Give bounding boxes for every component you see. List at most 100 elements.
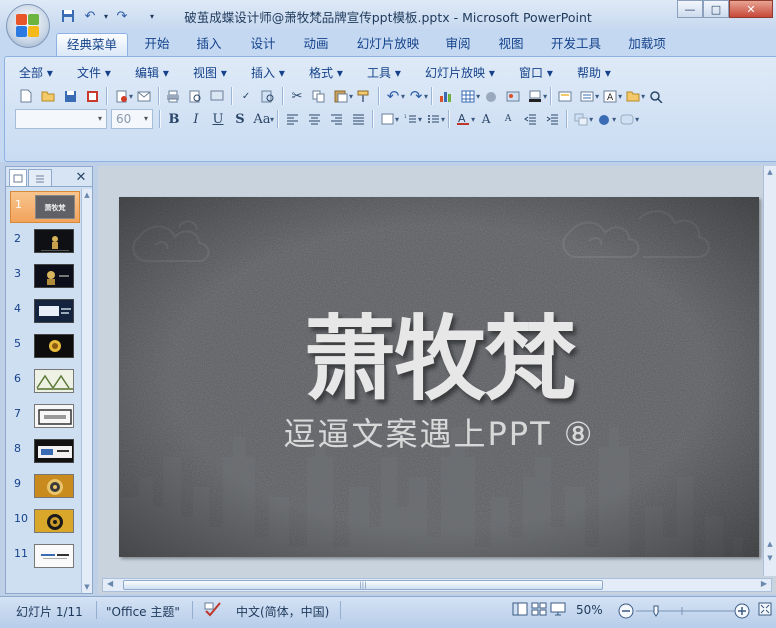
align-center-icon[interactable] [303, 109, 325, 129]
menu-all[interactable]: 全部 ▾ [19, 63, 53, 83]
slide-thumb-9[interactable]: 9 [10, 471, 80, 503]
language-indicator[interactable]: 中文(简体，中国) [236, 603, 329, 620]
thumbnail-scrollbar[interactable]: ▲ ▼ [81, 189, 92, 593]
chevron-down-icon[interactable]: ▾ [140, 110, 152, 128]
menu-tools[interactable]: 工具 ▾ [367, 63, 401, 83]
menu-view[interactable]: 视图 ▾ [193, 63, 227, 83]
slide-thumb-2[interactable]: 2 [10, 226, 80, 258]
insert-picture-icon[interactable] [502, 86, 524, 106]
font-name-combo[interactable]: ▾ [15, 109, 107, 129]
scroll-right-icon[interactable]: ▶ [761, 579, 767, 588]
shape-fill-icon[interactable] [616, 109, 638, 129]
theme-name[interactable]: "Office 主题" [106, 603, 180, 620]
vertical-scrollbar[interactable]: ▲ ▲ ▼ [763, 166, 776, 576]
tab-home[interactable]: 开始 [134, 33, 180, 56]
screen-icon[interactable] [206, 86, 228, 106]
slide-thumb-1[interactable]: 1 萧牧梵 [10, 191, 80, 223]
zoom-slider[interactable] [618, 602, 752, 620]
maximize-button[interactable]: □ [703, 0, 729, 18]
chevron-down-icon[interactable]: ▾ [94, 110, 106, 128]
tab-view[interactable]: 视图 [488, 33, 534, 56]
research-icon[interactable] [257, 86, 279, 106]
tab-developer[interactable]: 开发工具 [542, 33, 610, 56]
menu-slide-show[interactable]: 幻灯片放映 ▾ [425, 63, 495, 83]
slide-show-icon[interactable] [550, 602, 566, 619]
horizontal-scrollbar[interactable]: ◀ ||| ▶ [102, 578, 772, 592]
open-folder-icon[interactable] [37, 86, 59, 106]
tab-design[interactable]: 设计 [240, 33, 286, 56]
fit-to-window-icon[interactable] [758, 601, 772, 620]
save-as-pdf-icon[interactable] [81, 86, 103, 106]
slide-title[interactable]: 萧牧梵 [119, 285, 759, 418]
align-left-icon[interactable] [281, 109, 303, 129]
font-size-combo[interactable]: 60 ▾ [111, 109, 153, 129]
italic-button[interactable]: I [185, 109, 207, 129]
new-slide-icon[interactable] [554, 86, 576, 106]
tab-insert[interactable]: 插入 [186, 33, 232, 56]
chevron-down-icon[interactable]: ▾ [424, 92, 428, 101]
tab-add-ins[interactable]: 加载项 [620, 33, 674, 56]
chevron-down-icon[interactable]: ▾ [270, 115, 274, 124]
slide-canvas[interactable]: 萧牧梵 逗逼文案遇上PPT ⑧ [119, 197, 759, 557]
slide-thumb-5[interactable]: 5 [10, 331, 80, 363]
scroll-up-icon[interactable]: ▲ [764, 168, 776, 176]
menu-format[interactable]: 格式 ▾ [309, 63, 343, 83]
slide-thumb-6[interactable]: 6 [10, 366, 80, 398]
align-right-icon[interactable] [325, 109, 347, 129]
cut-icon[interactable]: ✂ [286, 86, 308, 106]
spell-check-icon[interactable] [204, 601, 222, 620]
scroll-down-icon[interactable]: ▼ [82, 583, 92, 591]
minimize-button[interactable]: — [677, 0, 703, 18]
menu-file[interactable]: 文件 ▾ [77, 63, 111, 83]
grow-font-button[interactable]: A [475, 109, 497, 129]
scroll-up-icon[interactable]: ▲ [82, 191, 92, 199]
spelling-icon[interactable]: ✓ [235, 86, 257, 106]
slide-thumb-10[interactable]: 10 [10, 506, 80, 538]
tab-slides[interactable] [9, 169, 27, 186]
tab-outline[interactable] [28, 169, 52, 186]
underline-button[interactable]: U [207, 109, 229, 129]
tab-animations[interactable]: 动画 [293, 33, 339, 56]
menu-window[interactable]: 窗口 ▾ [519, 63, 553, 83]
copy-icon[interactable] [308, 86, 330, 106]
slide-thumb-4[interactable]: 4 [10, 296, 80, 328]
menu-help[interactable]: 帮助 ▾ [577, 63, 611, 83]
previous-slide-icon[interactable]: ▲ [764, 540, 776, 548]
chevron-down-icon[interactable]: ▾ [441, 115, 445, 124]
close-button[interactable]: ✕ [729, 0, 773, 18]
new-document-icon[interactable] [15, 86, 37, 106]
print-preview-icon[interactable] [184, 86, 206, 106]
decrease-indent-icon[interactable] [519, 109, 541, 129]
save-icon[interactable] [59, 86, 81, 106]
slide-subtitle[interactable]: 逗逼文案遇上PPT ⑧ [119, 409, 759, 455]
tab-review[interactable]: 审阅 [435, 33, 481, 56]
scroll-left-icon[interactable]: ◀ [107, 579, 113, 588]
bold-button[interactable]: B [163, 109, 185, 129]
close-pane-icon[interactable]: ✕ [74, 169, 88, 186]
slide-sorter-icon[interactable] [531, 602, 547, 619]
increase-indent-icon[interactable] [541, 109, 563, 129]
shrink-font-button[interactable]: A [497, 109, 519, 129]
slide-thumb-3[interactable]: 3 [10, 261, 80, 293]
justify-icon[interactable] [347, 109, 369, 129]
search-icon[interactable] [645, 86, 667, 106]
insert-chart-icon[interactable] [435, 86, 457, 106]
scroll-thumb[interactable]: ||| [123, 580, 603, 590]
normal-view-icon[interactable] [512, 602, 528, 619]
shadow-button[interactable]: S [229, 109, 251, 129]
format-painter-icon[interactable] [353, 86, 375, 106]
zoom-level[interactable]: 50% [576, 603, 603, 617]
menu-insert[interactable]: 插入 ▾ [251, 63, 285, 83]
insert-clipart-icon[interactable] [480, 86, 502, 106]
chevron-down-icon[interactable]: ▾ [543, 92, 547, 101]
email-icon[interactable] [133, 86, 155, 106]
slide-thumb-7[interactable]: 7 [10, 401, 80, 433]
arrange-icon[interactable] [570, 109, 592, 129]
tab-classic-menu[interactable]: 经典菜单 [56, 33, 128, 56]
tab-slide-show[interactable]: 幻灯片放映 [348, 33, 428, 56]
print-icon[interactable] [162, 86, 184, 106]
next-slide-icon[interactable]: ▼ [764, 554, 776, 562]
slide-thumb-8[interactable]: 8 [10, 436, 80, 468]
slide-thumb-11[interactable]: 11 [10, 541, 80, 573]
office-button[interactable] [6, 4, 50, 48]
